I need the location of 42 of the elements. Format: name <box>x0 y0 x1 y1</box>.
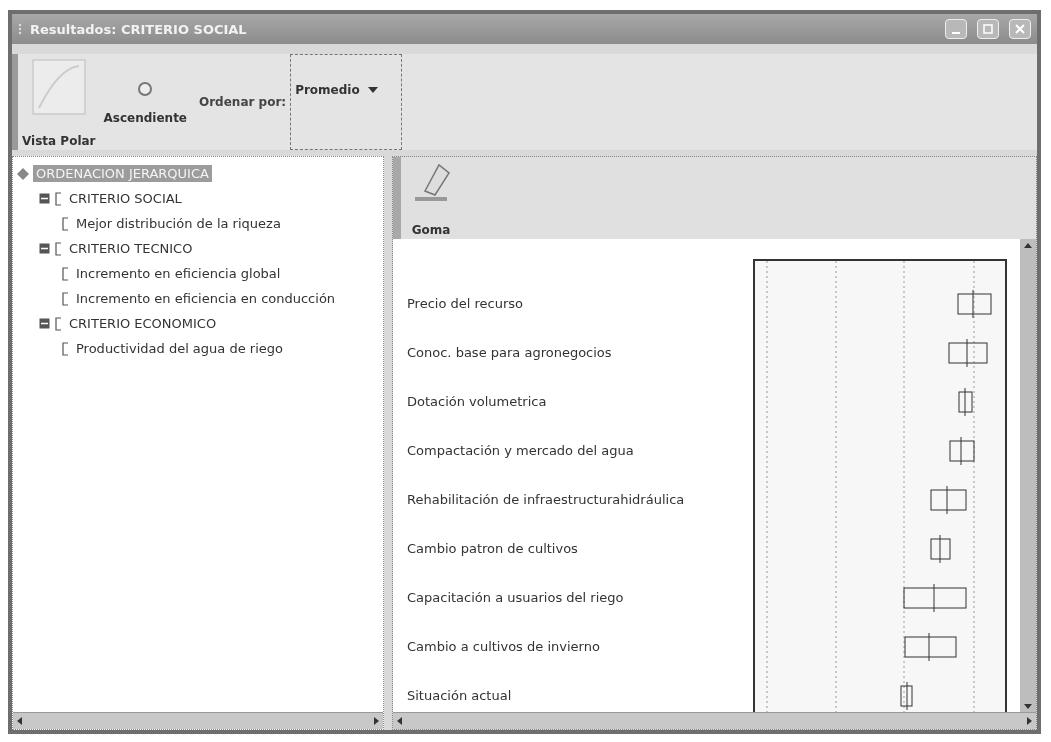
minimize-icon <box>952 32 960 34</box>
tree-item[interactable]: CRITERIO TECNICO <box>66 240 196 257</box>
node-icon <box>54 241 62 256</box>
node-icon <box>61 266 69 281</box>
grip-icon <box>18 23 22 35</box>
node-icon <box>54 191 62 206</box>
collapse-icon[interactable] <box>39 243 50 254</box>
maximize-icon <box>983 24 993 34</box>
node-icon <box>54 316 62 331</box>
ascending-button[interactable]: Ascendiente <box>99 54 191 150</box>
close-icon <box>1015 24 1025 34</box>
alternative-label: Rehabilitación de infraestructurahidráulica <box>406 491 686 509</box>
tree-item[interactable]: CRITERIO SOCIAL <box>66 190 185 207</box>
polar-view-button[interactable]: Vista Polar <box>18 54 100 150</box>
alternative-label: Compactación y mercado del agua <box>406 442 635 460</box>
eraser-button[interactable]: Goma <box>401 157 455 239</box>
node-icon <box>61 216 69 231</box>
node-icon <box>61 291 69 306</box>
window-title: Resultados: CRITERIO SOCIAL <box>30 21 248 37</box>
alternative-label: Cambio patron de cultivos <box>406 540 579 558</box>
alternative-label: Capacitación a usuarios del riego <box>406 589 625 607</box>
sort-label: Ordenar por: <box>199 95 287 109</box>
node-icon <box>61 341 69 356</box>
horizontal-scrollbar[interactable] <box>393 712 1036 729</box>
tree-item[interactable]: Productividad del agua de riego <box>73 340 286 357</box>
horizontal-scrollbar[interactable] <box>13 712 383 729</box>
collapse-icon[interactable] <box>39 193 50 204</box>
tree-item[interactable]: Mejor distribución de la riqueza <box>73 215 284 232</box>
alternative-label: Precio del recurso <box>406 295 525 313</box>
tree-item[interactable]: Incremento en eficiencia global <box>73 265 284 282</box>
alternative-label: Cambio a cultivos de invierno <box>406 638 601 656</box>
vertical-scrollbar[interactable] <box>1020 239 1036 712</box>
alternative-label: Situación actual <box>406 687 513 705</box>
alternative-label: Conoc. base para agronegocios <box>406 344 613 362</box>
tree-item[interactable]: CRITERIO ECONOMICO <box>66 315 220 332</box>
collapse-icon[interactable] <box>39 318 50 329</box>
sort-dropdown[interactable]: Promedio <box>290 54 403 150</box>
alternative-label: Dotación volumetrica <box>406 393 548 411</box>
diamond-icon <box>17 167 29 180</box>
caret-icon <box>367 86 378 94</box>
tree-item[interactable]: Incremento en eficiencia en conducción <box>73 290 339 307</box>
circle-icon <box>137 81 154 97</box>
